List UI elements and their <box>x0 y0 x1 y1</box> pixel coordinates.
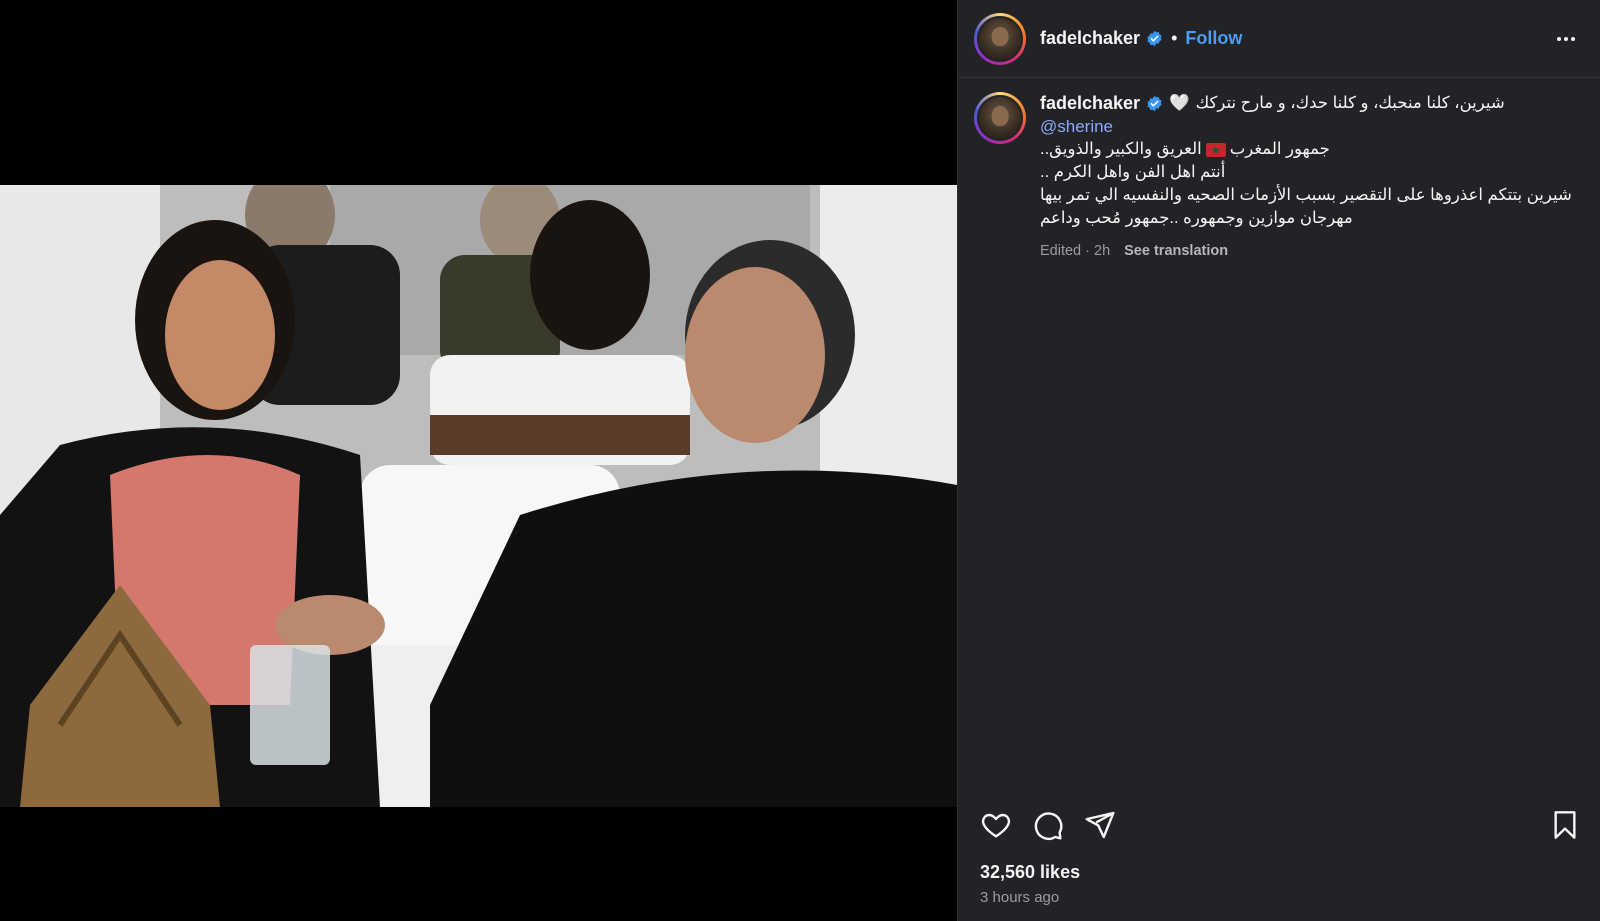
instagram-post-viewer: fadelchaker • Follow fadelchaker 🤍 شيرين… <box>0 0 1600 921</box>
bookmark-icon[interactable] <box>1549 809 1581 841</box>
caption-text-line3: أنتم اهل الفن واهل الكرم .. <box>1040 163 1226 181</box>
caption-first-line: fadelchaker 🤍 شيرين، كلنا منحبك، و كلنا … <box>1040 92 1584 115</box>
comment-icon[interactable] <box>1032 809 1064 841</box>
caption-username[interactable]: fadelchaker <box>1040 92 1140 115</box>
post-photo[interactable] <box>0 185 957 807</box>
heart-icon[interactable] <box>980 809 1012 841</box>
caption-text-line2: جمهور المغرب العريق والكبير والذويق.. <box>1040 138 1584 163</box>
mention-link[interactable]: @sherine <box>1040 115 1584 138</box>
more-options-icon[interactable] <box>1551 31 1581 47</box>
follow-button[interactable]: Follow <box>1185 28 1242 49</box>
header-separator: • <box>1171 28 1178 48</box>
caption-author-avatar[interactable] <box>974 92 1026 144</box>
caption-meta: Edited · 2h See translation <box>1040 240 1584 263</box>
likes-count[interactable]: 32,560 likes <box>980 862 1080 883</box>
avatar-photo <box>977 15 1023 62</box>
verified-badge-icon <box>1147 95 1162 112</box>
action-bar <box>958 800 1600 850</box>
post-header: fadelchaker • Follow <box>958 0 1600 78</box>
photo-illustration <box>0 185 957 807</box>
author-avatar[interactable] <box>974 12 1026 65</box>
see-translation-button[interactable]: See translation <box>1124 240 1228 263</box>
white-heart-emoji: 🤍 <box>1169 94 1190 112</box>
post-side-panel: fadelchaker • Follow fadelchaker 🤍 شيرين… <box>957 0 1600 921</box>
caption-text-line4: شيرين بتتكم اعذروها على التقصير بسبب الأ… <box>1040 186 1572 204</box>
caption-line2-part-b: العريق والكبير والذويق.. <box>1040 140 1202 158</box>
media-area <box>0 0 957 921</box>
edited-timestamp: Edited · 2h <box>1040 243 1111 259</box>
caption-text-line5: مهرجان موازين وجمهوره ..جمهور مُحب وداعم <box>1040 209 1353 227</box>
post-timestamp[interactable]: 3 hours ago <box>980 889 1059 906</box>
morocco-flag-icon <box>1205 140 1226 163</box>
caption-text-line1: شيرين، كلنا منحبك، و كلنا حدك، و مارح نت… <box>1195 94 1505 112</box>
caption-line2-part-a: جمهور المغرب <box>1229 140 1330 158</box>
post-caption: fadelchaker 🤍 شيرين، كلنا منحبك، و كلنا … <box>974 92 1584 263</box>
caption-body: fadelchaker 🤍 شيرين، كلنا منحبك، و كلنا … <box>1040 92 1584 263</box>
share-icon[interactable] <box>1084 809 1116 841</box>
author-username[interactable]: fadelchaker <box>1040 28 1140 49</box>
caption-avatar-photo <box>977 95 1023 141</box>
verified-badge-icon <box>1147 30 1162 47</box>
